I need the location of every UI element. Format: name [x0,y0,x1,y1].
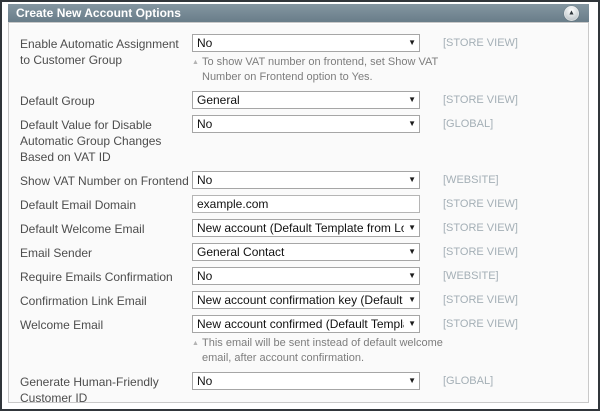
field-label: Default Email Domain [20,195,192,213]
dropdown-arrow-icon: ▼ [408,120,416,128]
form-row-email-sender: Email Sender General Contact ▼ [STORE VI… [20,243,578,261]
dropdown-arrow-icon: ▼ [408,248,416,256]
scope-label: [GLOBAL] [443,372,493,387]
select-value: New account (Default Template from Local… [197,221,404,235]
dropdown-arrow-icon: ▼ [408,296,416,304]
default-group-select[interactable]: General ▼ [192,91,420,109]
select-value: No [197,269,404,283]
scope-label: [STORE VIEW] [443,219,518,234]
form-row-confirmation-link-email: Confirmation Link Email New account conf… [20,291,578,309]
scope-label: [STORE VIEW] [443,91,518,106]
field-label: Generate Human-Friendly Customer ID [20,372,192,403]
show-vat-number-select[interactable]: No ▼ [192,171,420,189]
generate-human-friendly-id-select[interactable]: No ▼ [192,372,420,390]
dropdown-arrow-icon: ▼ [408,39,416,47]
form-row-default-welcome-email: Default Welcome Email New account (Defau… [20,219,578,237]
form-row-welcome-email: Welcome Email New account confirmed (Def… [20,315,578,366]
select-value: No [197,173,404,187]
note-text: This email will be sent instead of defau… [202,337,443,364]
field-label: Welcome Email [20,315,192,333]
collapse-button[interactable]: ▲ [564,6,579,21]
dropdown-arrow-icon: ▼ [408,176,416,184]
section-header[interactable]: Create New Account Options ▲ [8,4,589,22]
scope-label: [STORE VIEW] [443,291,518,306]
email-sender-select[interactable]: General Contact ▼ [192,243,420,261]
default-email-domain-input[interactable] [192,195,420,213]
scope-label: [STORE VIEW] [443,34,518,49]
scope-label: [STORE VIEW] [443,243,518,258]
field-label: Default Group [20,91,192,109]
form-row-generate-human-friendly-id: Generate Human-Friendly Customer ID No ▼… [20,372,578,403]
field-label: Default Value for Disable Automatic Grou… [20,115,192,165]
field-label: Email Sender [20,243,192,261]
select-value: General Contact [197,245,404,259]
form-row-show-vat-number: Show VAT Number on Frontend No ▼ [WEBSIT… [20,171,578,189]
dropdown-arrow-icon: ▼ [408,96,416,104]
form-row-enable-automatic-assignment: Enable Automatic Assignment to Customer … [20,34,578,85]
scope-label: [WEBSITE] [443,171,499,186]
note-text: To show VAT number on frontend, set Show… [202,56,438,83]
field-label: Show VAT Number on Frontend [20,171,192,189]
welcome-email-select[interactable]: New account confirmed (Default Template … [192,315,420,333]
scope-label: [GLOBAL] [443,115,493,130]
select-value: New account confirmed (Default Template … [197,317,404,331]
field-note: ▲This email will be sent instead of defa… [192,336,460,366]
form-row-require-emails-confirmation: Require Emails Confirmation No ▼ [WEBSIT… [20,267,578,285]
default-welcome-email-select[interactable]: New account (Default Template from Local… [192,219,420,237]
section-fieldset: Enable Automatic Assignment to Customer … [8,22,589,403]
require-emails-confirmation-select[interactable]: No ▼ [192,267,420,285]
confirmation-link-email-select[interactable]: New account confirmation key (Default Te… [192,291,420,309]
field-label: Enable Automatic Assignment to Customer … [20,34,192,68]
note-marker-icon: ▲ [192,336,202,351]
select-value: New account confirmation key (Default Te… [197,293,404,307]
form-row-default-email-domain: Default Email Domain [STORE VIEW] [20,195,578,213]
select-value: No [197,117,404,131]
dropdown-arrow-icon: ▼ [408,320,416,328]
scope-label: [STORE VIEW] [443,315,518,330]
note-marker-icon: ▲ [192,55,202,70]
section-title: Create New Account Options [16,6,181,20]
dropdown-arrow-icon: ▼ [408,272,416,280]
form-row-default-group: Default Group General ▼ [STORE VIEW] [20,91,578,109]
field-label: Default Welcome Email [20,219,192,237]
scope-label: [WEBSITE] [443,267,499,282]
select-value: No [197,36,404,50]
scope-label: [STORE VIEW] [443,195,518,210]
disable-auto-group-changes-select[interactable]: No ▼ [192,115,420,133]
field-label: Confirmation Link Email [20,291,192,309]
enable-automatic-assignment-select[interactable]: No ▼ [192,34,420,52]
select-value: No [197,374,404,388]
field-note: ▲To show VAT number on frontend, set Sho… [192,55,460,85]
field-label: Require Emails Confirmation [20,267,192,285]
create-new-account-options-panel: Create New Account Options ▲ Enable Auto… [8,4,589,403]
select-value: General [197,93,404,107]
screenshot-frame: Create New Account Options ▲ Enable Auto… [0,0,600,411]
form-row-disable-auto-group-changes: Default Value for Disable Automatic Grou… [20,115,578,165]
collapse-arrow-icon: ▲ [568,9,575,16]
dropdown-arrow-icon: ▼ [408,224,416,232]
dropdown-arrow-icon: ▼ [408,377,416,385]
